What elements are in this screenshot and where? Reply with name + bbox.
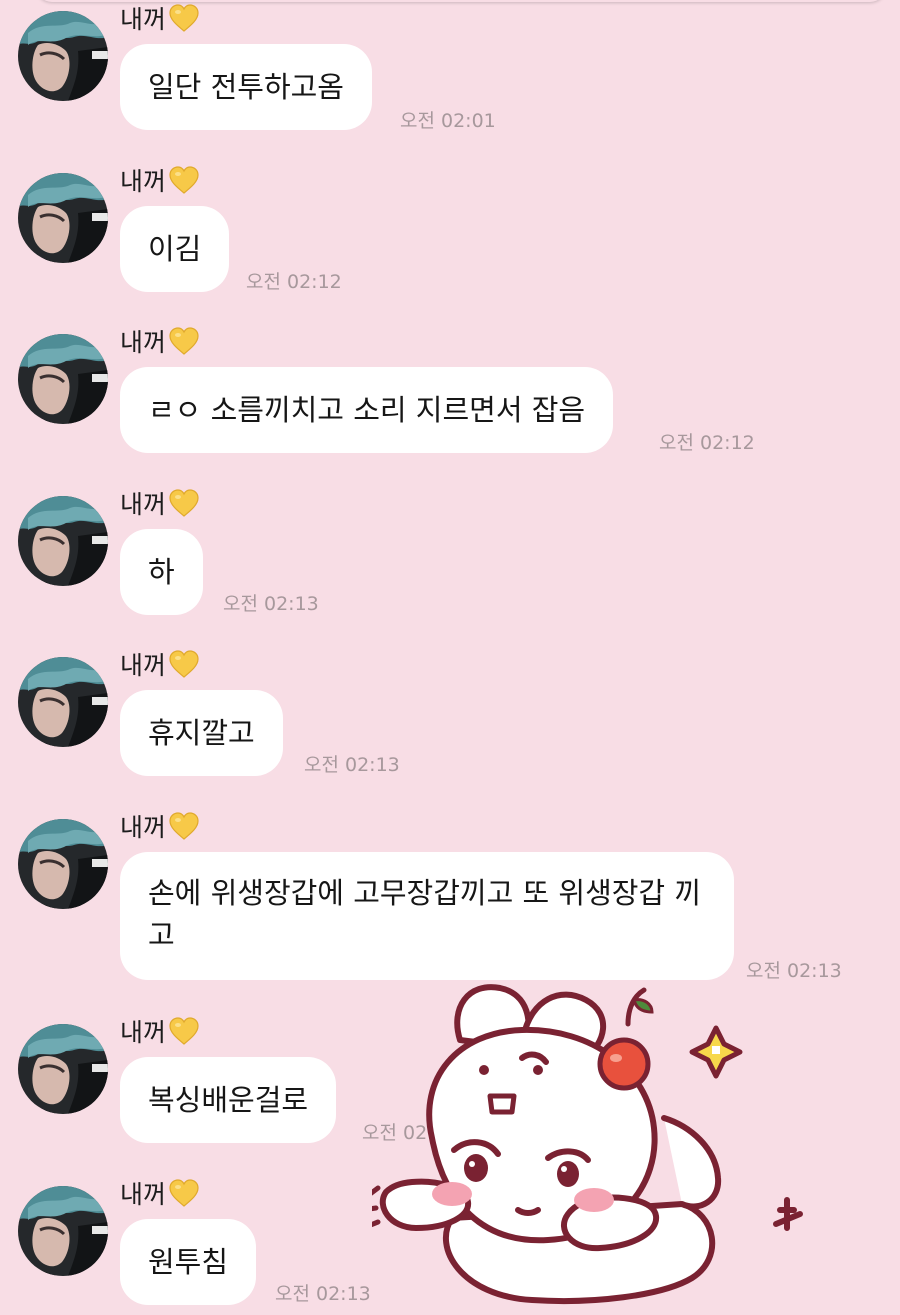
message-bubble[interactable]: 하 xyxy=(120,529,203,615)
sender-name-label: 내꺼 xyxy=(120,328,167,357)
avatar[interactable] xyxy=(18,11,108,101)
sender-name-label: 내꺼 xyxy=(120,1018,167,1047)
yellow-heart-icon xyxy=(168,811,200,841)
bunny-sticker[interactable] xyxy=(359,959,812,1312)
message-bubble[interactable]: 휴지깔고 xyxy=(120,690,283,776)
sender-name: 내꺼 xyxy=(120,808,200,844)
sender-name: 내꺼 xyxy=(120,323,200,359)
sender-name-label: 내꺼 xyxy=(120,651,167,680)
sender-name: 내꺼 xyxy=(120,0,200,36)
yellow-heart-icon xyxy=(168,649,200,679)
sender-name-label: 내꺼 xyxy=(120,813,167,842)
sender-name-label: 내꺼 xyxy=(120,5,167,34)
message-timestamp: 오전 02:12 xyxy=(659,432,755,454)
bunny-cherry-sticker-icon xyxy=(359,959,803,1305)
avatar[interactable] xyxy=(18,1024,108,1114)
message-timestamp: 오전 02:12 xyxy=(246,271,342,293)
yellow-heart-icon xyxy=(168,1016,200,1046)
sender-name: 내꺼 xyxy=(120,1013,200,1049)
message-timestamp: 오전 02:13 xyxy=(275,1283,371,1305)
sender-name: 내꺼 xyxy=(120,646,200,682)
sender-name: 내꺼 xyxy=(120,162,200,198)
message-timestamp: 오전 02:13 xyxy=(304,754,400,776)
sender-name-label: 내꺼 xyxy=(120,167,167,196)
yellow-heart-icon xyxy=(168,1178,200,1208)
message-bubble[interactable]: 이김 xyxy=(120,206,230,292)
message-timestamp: 오전 02:01 xyxy=(400,110,496,132)
message-bubble[interactable]: ㄹㅇ 소름끼치고 소리 지르면서 잡음 xyxy=(120,367,614,453)
avatar[interactable] xyxy=(18,657,108,747)
sender-name-label: 내꺼 xyxy=(120,1180,167,1209)
avatar[interactable] xyxy=(18,496,108,586)
sender-name-label: 내꺼 xyxy=(120,490,167,519)
message-bubble[interactable]: 원투침 xyxy=(120,1219,257,1305)
message-bubble[interactable]: 손에 위생장갑에 고무장갑끼고 또 위생장갑 끼고 xyxy=(120,852,734,980)
message-bubble[interactable]: 일단 전투하고옴 xyxy=(120,44,372,130)
avatar[interactable] xyxy=(18,1186,108,1276)
yellow-heart-icon xyxy=(168,165,200,195)
avatar[interactable] xyxy=(18,173,108,263)
yellow-heart-icon xyxy=(168,488,200,518)
yellow-heart-icon xyxy=(168,3,200,33)
avatar[interactable] xyxy=(18,334,108,424)
avatar[interactable] xyxy=(18,819,108,909)
sender-name: 내꺼 xyxy=(120,485,200,521)
message-bubble[interactable]: 복싱배운걸로 xyxy=(120,1057,337,1143)
yellow-heart-icon xyxy=(168,326,200,356)
sender-name: 내꺼 xyxy=(120,1175,200,1211)
message-timestamp: 오전 02:13 xyxy=(223,593,319,615)
